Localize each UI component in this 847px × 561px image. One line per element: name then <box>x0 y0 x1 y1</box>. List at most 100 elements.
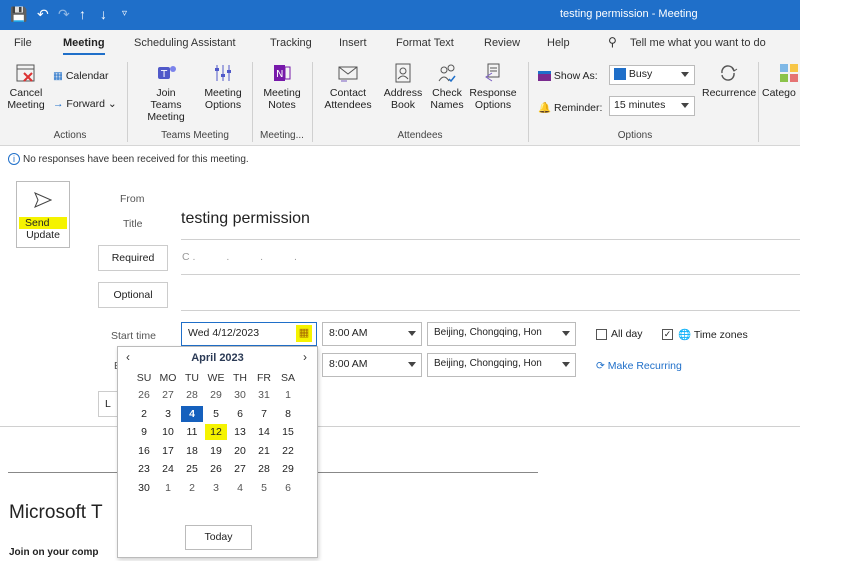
send-update-button[interactable]: Send Update <box>16 181 70 248</box>
up-arrow-icon[interactable]: ↑ <box>79 6 86 22</box>
calendar-day[interactable]: 29 <box>277 461 299 477</box>
calendar-day[interactable]: 28 <box>253 461 275 477</box>
calendar-day[interactable]: 30 <box>229 387 251 403</box>
show-as-dropdown[interactable]: Busy <box>609 65 695 85</box>
tab-meeting[interactable]: Meeting <box>63 37 105 55</box>
required-button[interactable]: Required <box>98 245 168 271</box>
calendar-day[interactable]: 9 <box>133 424 155 440</box>
calendar-day[interactable]: 7 <box>253 406 275 422</box>
response-options-button[interactable]: Response Options <box>468 62 518 111</box>
contact-attendees-button[interactable]: Contact Attendees <box>322 62 374 111</box>
svg-text:N: N <box>276 69 283 80</box>
optional-button[interactable]: Optional <box>98 282 168 308</box>
calendar-day[interactable]: 28 <box>181 387 203 403</box>
group-attendees: Attendees <box>397 130 443 141</box>
time-zones-toggle[interactable]: 🌐 Time zones <box>678 328 748 341</box>
end-time-dropdown[interactable]: 8:00 AM <box>322 353 422 377</box>
calendar-day[interactable]: 20 <box>229 443 251 459</box>
calendar-day[interactable]: 6 <box>229 406 251 422</box>
time-zones-checkbox[interactable]: ✓ <box>662 329 673 340</box>
tab-review[interactable]: Review <box>484 37 520 49</box>
calendar-weekday-header: SU <box>136 372 152 384</box>
calendar-day[interactable]: 16 <box>133 443 155 459</box>
forward-button[interactable]: → Forward ⌄ <box>53 98 117 110</box>
calendar-day[interactable]: 10 <box>157 424 179 440</box>
today-button[interactable]: Today <box>185 525 252 550</box>
redo-icon[interactable]: ↷ <box>58 6 70 23</box>
meeting-notes-button[interactable]: N Meeting Notes <box>260 62 304 111</box>
calendar-day[interactable]: 13 <box>229 424 251 440</box>
calendar-day[interactable]: 1 <box>277 387 299 403</box>
info-icon: i <box>8 153 20 165</box>
calendar-day[interactable]: 22 <box>277 443 299 459</box>
calendar-weekday-header: TH <box>233 372 247 384</box>
start-date-input[interactable]: Wed 4/12/2023 ▦ <box>181 322 317 346</box>
calendar-day[interactable]: 18 <box>181 443 203 459</box>
calendar-day[interactable]: 14 <box>253 424 275 440</box>
calendar-day[interactable]: 31 <box>253 387 275 403</box>
all-day-label: All day <box>611 328 643 340</box>
next-month-icon[interactable]: › <box>303 350 307 364</box>
join-teams-meeting-button[interactable]: T Join Teams Meeting <box>146 62 186 123</box>
undo-icon[interactable]: ↶ <box>37 6 49 23</box>
calendar-icon: ▦ <box>53 70 63 82</box>
calendar-day[interactable]: 12 <box>205 424 227 440</box>
calendar-day[interactable]: 27 <box>157 387 179 403</box>
cancel-meeting-button[interactable]: Cancel Meeting <box>6 62 46 111</box>
address-book-button[interactable]: Address Book <box>383 62 423 111</box>
calendar-day[interactable]: 27 <box>229 461 251 477</box>
calendar-picker-icon[interactable]: ▦ <box>296 325 312 342</box>
calendar-day[interactable]: 26 <box>133 387 155 403</box>
calendar-day[interactable]: 21 <box>253 443 275 459</box>
tab-tracking[interactable]: Tracking <box>270 37 312 49</box>
customize-toolbar-icon[interactable]: ▿ <box>122 8 127 19</box>
calendar-day[interactable]: 1 <box>157 480 179 496</box>
calendar-day[interactable]: 4 <box>229 480 251 496</box>
calendar-day[interactable]: 5 <box>205 406 227 422</box>
calendar-day[interactable]: 29 <box>205 387 227 403</box>
tab-scheduling-assistant[interactable]: Scheduling Assistant <box>134 37 236 49</box>
start-time-dropdown[interactable]: 8:00 AM <box>322 322 422 346</box>
down-arrow-icon[interactable]: ↓ <box>100 6 107 22</box>
reminder-dropdown[interactable]: 15 minutes <box>609 96 695 116</box>
calendar-day[interactable]: 8 <box>277 406 299 422</box>
calendar-day[interactable]: 30 <box>133 480 155 496</box>
calendar-weekday-header: MO <box>159 372 177 384</box>
calendar-day[interactable]: 15 <box>277 424 299 440</box>
calendar-day[interactable]: 24 <box>157 461 179 477</box>
body-join-text: Join on your comp <box>9 547 99 558</box>
bell-icon: 🔔 <box>538 102 552 114</box>
calendar-day[interactable]: 3 <box>205 480 227 496</box>
calendar-button[interactable]: ▦ Calendar <box>53 70 108 82</box>
calendar-day[interactable]: 26 <box>205 461 227 477</box>
tab-file[interactable]: File <box>14 37 32 49</box>
calendar-day[interactable]: 25 <box>181 461 203 477</box>
chevron-down-icon <box>562 331 570 336</box>
end-timezone-dropdown[interactable]: Beijing, Chongqing, Hon <box>427 353 576 377</box>
calendar-day[interactable]: 6 <box>277 480 299 496</box>
meeting-options-button[interactable]: Meeting Options <box>202 62 244 111</box>
calendar-day[interactable]: 5 <box>253 480 275 496</box>
calendar-day[interactable]: 17 <box>157 443 179 459</box>
make-recurring-link[interactable]: ⟳ Make Recurring <box>596 360 682 372</box>
title-input[interactable]: testing permission <box>181 210 310 228</box>
calendar-day[interactable]: 19 <box>205 443 227 459</box>
calendar-day[interactable]: 2 <box>181 480 203 496</box>
tell-me-search[interactable]: Tell me what you want to do <box>630 37 766 49</box>
tab-help[interactable]: Help <box>547 37 570 49</box>
check-names-button[interactable]: Check Names <box>428 62 466 111</box>
save-icon[interactable]: 💾 <box>10 6 27 23</box>
calendar-day[interactable]: 4 <box>181 405 203 422</box>
all-day-checkbox[interactable] <box>596 329 607 340</box>
calendar-day[interactable]: 2 <box>133 406 155 422</box>
calendar-cancel-icon <box>16 64 35 82</box>
calendar-day[interactable]: 23 <box>133 461 155 477</box>
start-timezone-dropdown[interactable]: Beijing, Chongqing, Hon <box>427 322 576 346</box>
tab-format-text[interactable]: Format Text <box>396 37 454 49</box>
calendar-day[interactable]: 11 <box>181 424 203 440</box>
tab-insert[interactable]: Insert <box>339 37 367 49</box>
required-attendees-input[interactable]: C . . . . <box>182 251 311 263</box>
recurrence-button[interactable]: Recurrence <box>702 62 756 99</box>
calendar-day[interactable]: 3 <box>157 406 179 422</box>
categorize-button[interactable]: Catego <box>762 62 800 99</box>
